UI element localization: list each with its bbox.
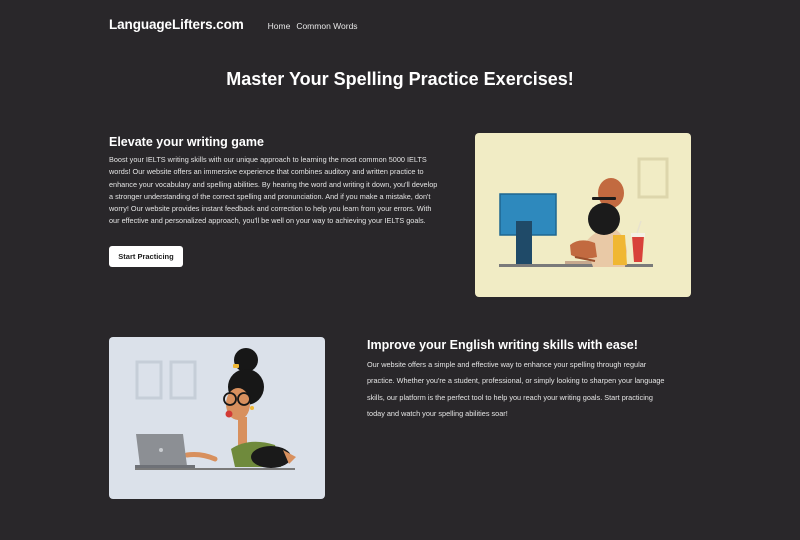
section-elevate: Elevate your writing game Boost your IEL… [109, 135, 439, 228]
man-beard [588, 203, 620, 235]
cup-lid [631, 233, 645, 237]
woman-hair-bun [234, 348, 258, 372]
site-header: LanguageLifters.com Home Common Words [109, 17, 358, 32]
man-glasses [592, 197, 616, 200]
illustration-woman-at-laptop [109, 337, 325, 499]
section-improve-text: Our website offers a simple and effectiv… [367, 360, 665, 418]
monitor-stand [516, 221, 532, 266]
section-improve: Improve your English writing skills with… [367, 338, 667, 422]
hair-clip [233, 364, 239, 368]
start-practicing-button[interactable]: Start Practicing [109, 246, 183, 267]
woman-arm-left [184, 452, 218, 462]
cup-straw [636, 220, 642, 234]
laptop-base [135, 465, 195, 468]
woman-cat [251, 446, 291, 468]
page-title: Master Your Spelling Practice Exercises! [226, 69, 574, 89]
man-at-computer-illustration [499, 157, 669, 267]
nav-home-link[interactable]: Home [268, 21, 291, 31]
illustration-man-at-computer [475, 133, 691, 297]
wall-frame-left [135, 360, 163, 400]
section-improve-heading: Improve your English writing skills with… [367, 338, 638, 352]
keyboard [565, 261, 595, 264]
section-elevate-text: Boost your IELTS writing skills with our… [109, 155, 438, 226]
man-arm [570, 240, 597, 259]
nav-common-words-link[interactable]: Common Words [296, 21, 357, 31]
wall-frame [637, 157, 669, 199]
red-cup [632, 236, 644, 262]
woman-earring [250, 406, 254, 410]
woman-at-laptop-illustration [135, 348, 296, 470]
desk [499, 264, 653, 267]
woman-lips [225, 410, 233, 418]
laptop-logo [159, 448, 163, 452]
man-vest [613, 235, 627, 265]
section-elevate-heading: Elevate your writing game [109, 135, 264, 149]
wall-frame-right [169, 360, 197, 400]
site-logo[interactable]: LanguageLifters.com [109, 17, 244, 32]
main-nav: Home Common Words [268, 21, 358, 31]
desk [135, 468, 295, 470]
